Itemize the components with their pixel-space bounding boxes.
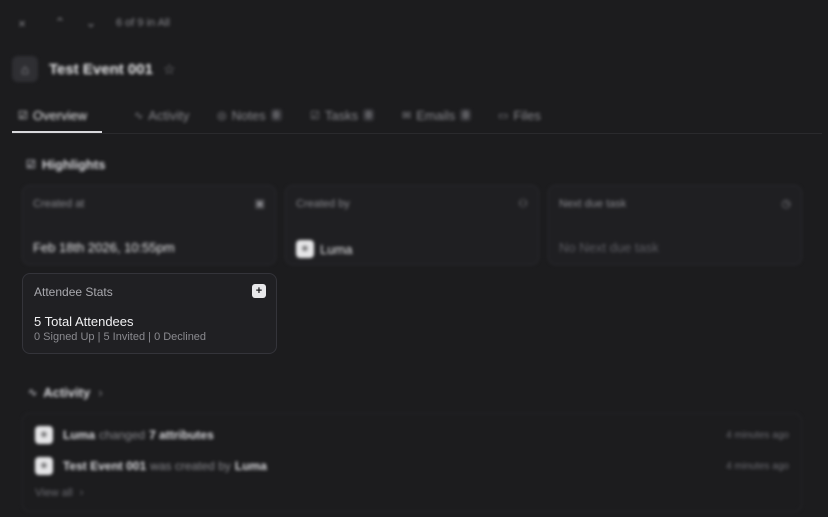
highlights-title: Highlights	[41, 157, 106, 172]
calendar-icon: ▣	[254, 198, 265, 210]
clock-icon: ◷	[781, 198, 791, 210]
tab-label: Notes	[231, 107, 266, 123]
activity-time: 4 minutes ago	[726, 430, 789, 441]
record-counter: 6 of 9 in All	[116, 17, 170, 29]
activity-object: Luma	[234, 459, 267, 473]
attendee-breakdown: 0 Signed Up | 5 Invited | 0 Declined	[34, 331, 207, 343]
tab-notes[interactable]: ◎ Notes 0	[217, 100, 282, 130]
activity-actor: Luma	[63, 428, 96, 442]
checkbox-icon: ☑	[26, 159, 36, 171]
record-header: ⌂ Test Event 001 ☆	[12, 55, 176, 83]
record-tabs: ☑ Overview ∿ Activity ◎ Notes 0 ☑ Tasks …	[12, 100, 822, 134]
highlights-heading: ☑ Highlights	[26, 157, 105, 172]
tab-activity[interactable]: ∿ Activity	[134, 100, 189, 130]
user-icon: ⚇	[518, 198, 528, 210]
created-by-name: Luma	[320, 241, 353, 257]
tab-overview[interactable]: ☑ Overview	[18, 100, 87, 130]
tab-label: Activity	[148, 107, 190, 123]
activity-verb: changed	[99, 428, 146, 442]
highlight-card-next-due-task[interactable]: Next due task ◷ No Next due task	[548, 185, 802, 265]
luma-avatar: ✳	[35, 426, 53, 444]
chevron-right-icon: ›	[79, 487, 84, 499]
card-label: Created by	[296, 198, 350, 210]
attendee-stats-card[interactable]: Attendee Stats + 5 Total Attendees 0 Sig…	[22, 273, 277, 354]
star-icon[interactable]: ☆	[163, 61, 176, 78]
emails-count-badge: 0	[460, 109, 472, 121]
record-topbar: × ⌃ ⌄ 6 of 9 in All	[0, 0, 828, 46]
activity-icon: ∿	[28, 387, 38, 399]
event-avatar: ✳	[35, 457, 53, 475]
tabs-divider	[12, 133, 822, 134]
event-object-icon: ⌂	[12, 56, 38, 82]
activity-time: 4 minutes ago	[726, 461, 789, 472]
card-label: Next due task	[559, 198, 627, 210]
folder-icon: ▭	[498, 109, 509, 122]
tasks-count-badge: 0	[363, 109, 375, 121]
highlight-card-created-at[interactable]: Created at ▣ Feb 18th 2026, 10:55pm	[22, 185, 276, 265]
tab-label: Tasks	[324, 107, 359, 123]
tab-label: Files	[513, 107, 541, 123]
total-attendees: 5 Total Attendees	[34, 314, 134, 329]
view-all-label: View all	[35, 487, 73, 499]
notes-count-badge: 0	[270, 109, 282, 121]
email-icon: ✉	[402, 109, 412, 122]
view-all-link[interactable]: View all ›	[35, 487, 83, 499]
next-record-icon[interactable]: ⌄	[83, 14, 99, 32]
activity-object: 7 attributes	[149, 428, 214, 442]
record-title: Test Event 001	[49, 60, 153, 78]
activity-heading[interactable]: ∿ Activity ›	[28, 385, 103, 400]
tab-emails[interactable]: ✉ Emails 0	[402, 100, 472, 130]
tasks-icon: ☑	[310, 109, 320, 122]
card-label: Created at	[33, 198, 85, 210]
next-due-task-value: No Next due task	[559, 240, 659, 255]
notes-icon: ◎	[217, 109, 227, 122]
activity-row[interactable]: ✳ Test Event 001 was created by Luma	[35, 457, 271, 475]
activity-verb: was created by	[150, 459, 231, 473]
activity-title: Activity	[43, 385, 91, 400]
activity-actor: Test Event 001	[63, 459, 147, 473]
activity-feed: ✳ Luma changed 7 attributes 4 minutes ag…	[22, 413, 802, 512]
luma-avatar: ✳	[296, 240, 314, 258]
tab-tasks[interactable]: ☑ Tasks 0	[310, 100, 375, 130]
highlight-card-created-by[interactable]: Created by ⚇ ✳ Luma	[285, 185, 539, 265]
previous-record-icon[interactable]: ⌃	[52, 14, 68, 32]
overview-icon: ☑	[18, 109, 28, 122]
chevron-right-icon: ›	[98, 385, 103, 400]
tab-files[interactable]: ▭ Files	[498, 100, 541, 130]
activity-row[interactable]: ✳ Luma changed 7 attributes	[35, 426, 218, 444]
close-icon[interactable]: ×	[14, 14, 30, 32]
tab-label: Overview	[32, 107, 88, 123]
created-at-value: Feb 18th 2026, 10:55pm	[33, 240, 175, 255]
tab-label: Emails	[416, 107, 456, 123]
add-icon[interactable]: +	[252, 284, 266, 298]
attendee-stats-label: Attendee Stats	[34, 285, 113, 299]
activity-icon: ∿	[134, 109, 144, 122]
created-by-value: ✳ Luma	[296, 240, 353, 258]
